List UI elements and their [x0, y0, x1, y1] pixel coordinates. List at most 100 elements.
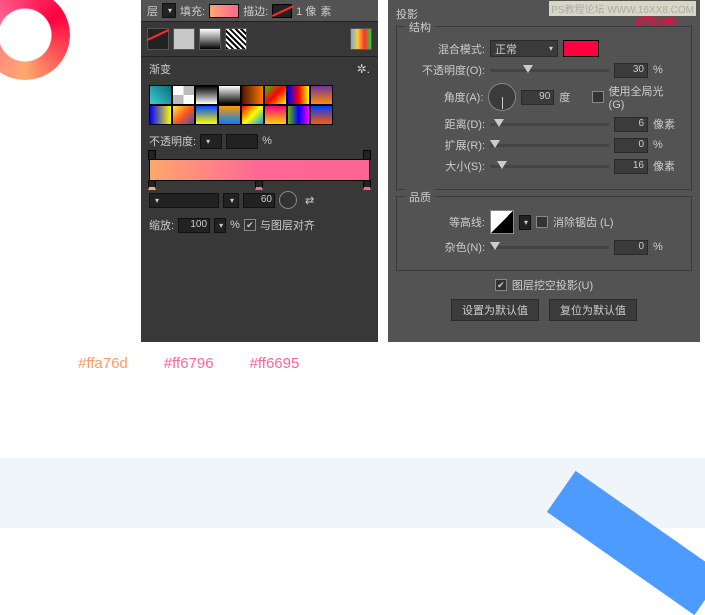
structure-label: 结构	[405, 19, 435, 35]
drop-shadow-panel: PS教程论坛 WWW.16XX8.COM #ff0140 投影 结构 混合模式:…	[388, 0, 700, 342]
knockout-checkbox[interactable]	[495, 279, 507, 291]
gradient-preset[interactable]	[287, 85, 310, 105]
distance-value[interactable]: 6	[614, 117, 648, 132]
fill-swatch[interactable]	[209, 4, 239, 18]
spread-value[interactable]: 0	[614, 138, 648, 153]
gradient-preset[interactable]	[241, 105, 264, 125]
style-angle-row: ▾ ▾ 60 ⇄	[141, 187, 378, 213]
gradient-preset[interactable]	[310, 85, 333, 105]
gear-icon[interactable]: ✲.	[357, 62, 370, 76]
shadow-color-swatch[interactable]	[563, 40, 599, 57]
size-slider[interactable]	[490, 165, 609, 168]
gradient-preset[interactable]	[195, 105, 218, 125]
align-checkbox[interactable]	[244, 219, 256, 231]
angle-slider-button[interactable]: ▾	[223, 193, 239, 208]
align-label: 与图层对齐	[260, 217, 315, 233]
blend-mode-select[interactable]: 正常▾	[490, 40, 558, 57]
gradient-title: 渐变	[149, 61, 171, 77]
scale-slider-button[interactable]: ▾	[214, 218, 226, 233]
hex-3: #ff6695	[250, 355, 300, 372]
opacity-slider[interactable]	[490, 69, 609, 72]
antialias-label: 消除锯齿 (L)	[553, 214, 614, 230]
size-unit: 像素	[653, 158, 681, 174]
color-stop-left[interactable]	[148, 180, 156, 190]
gradient-bar[interactable]	[149, 159, 370, 181]
contour-label: 等高线:	[407, 214, 485, 230]
gradient-fill-button[interactable]	[199, 28, 221, 50]
gradient-preset[interactable]	[195, 85, 218, 105]
opacity-unit: %	[262, 135, 272, 147]
scale-input[interactable]: 100	[178, 218, 210, 233]
layer-label: 层	[147, 3, 158, 19]
pattern-fill-button[interactable]	[225, 28, 247, 50]
size-value[interactable]: 16	[614, 159, 648, 174]
global-light-label: 使用全局光 (G)	[609, 83, 681, 111]
quality-group: 品质 等高线: ▾ 消除锯齿 (L) 杂色(N): 0 %	[396, 196, 692, 271]
distance-label: 距离(D):	[407, 116, 485, 132]
angle-input[interactable]: 60	[243, 193, 275, 208]
gradient-panel: 层 ▾ 填充: 描边: 1 像 素 渐变 ✲. 不透明度: ▾ %	[141, 0, 378, 342]
angle-label: 角度(A):	[407, 89, 483, 105]
fill-type-row	[141, 22, 378, 56]
angle-unit: 度	[559, 89, 586, 105]
gradient-preset[interactable]	[241, 85, 264, 105]
stroke-label: 描边:	[243, 3, 268, 19]
hex-1: #ffa76d	[78, 355, 128, 372]
opacity-stop-left[interactable]	[148, 150, 156, 160]
gradient-preset[interactable]	[264, 85, 287, 105]
no-fill-button[interactable]	[147, 28, 169, 50]
noise-label: 杂色(N):	[407, 239, 485, 255]
size-label: 大小(S):	[407, 158, 485, 174]
stroke-swatch[interactable]	[272, 4, 292, 18]
reverse-icon[interactable]: ⇄	[305, 194, 314, 207]
solid-fill-button[interactable]	[173, 28, 195, 50]
global-light-checkbox[interactable]	[592, 91, 604, 103]
reset-default-button[interactable]: 复位为默认值	[549, 299, 637, 321]
contour-dropdown[interactable]: ▾	[519, 215, 531, 230]
gradient-preset[interactable]	[149, 85, 172, 105]
angle-dial-icon[interactable]	[279, 191, 297, 209]
make-default-button[interactable]: 设置为默认值	[451, 299, 539, 321]
layer-select[interactable]: ▾	[162, 3, 176, 18]
gradient-preset[interactable]	[218, 85, 241, 105]
scale-unit: %	[230, 219, 240, 231]
spread-unit: %	[653, 139, 681, 151]
distance-unit: 像素	[653, 116, 681, 132]
gradient-preset[interactable]	[287, 105, 310, 125]
spread-slider[interactable]	[490, 144, 609, 147]
gradient-presets-grid	[141, 81, 378, 129]
color-picker-button[interactable]	[350, 28, 372, 50]
gradient-style-select[interactable]: ▾	[149, 193, 219, 208]
angle-value[interactable]: 90	[521, 90, 554, 105]
gradient-preset[interactable]	[218, 105, 241, 125]
gradient-preset[interactable]	[264, 105, 287, 125]
opacity-label: 不透明度:	[149, 133, 196, 149]
gradient-preset[interactable]	[310, 105, 333, 125]
hex-2: #ff6796	[164, 355, 214, 372]
gradient-preset[interactable]	[172, 85, 195, 105]
gradient-preset[interactable]	[149, 105, 172, 125]
color-stop-mid[interactable]	[255, 180, 263, 190]
decorative-ring	[0, 0, 70, 80]
angle-dial[interactable]	[488, 83, 515, 111]
color-stop-right[interactable]	[363, 180, 371, 190]
opacity-slider-button[interactable]: ▾	[200, 134, 222, 149]
distance-slider[interactable]	[490, 123, 609, 126]
contour-picker[interactable]	[490, 210, 514, 234]
opacity-row: 不透明度: ▾ %	[141, 129, 378, 153]
opacity-input[interactable]	[226, 134, 258, 149]
noise-value[interactable]: 0	[614, 240, 648, 255]
noise-slider[interactable]	[490, 246, 609, 249]
gradient-editor[interactable]	[141, 153, 378, 187]
scale-label: 缩放:	[149, 217, 174, 233]
antialias-checkbox[interactable]	[536, 216, 548, 228]
hex-codes-row: #ffa76d #ff6796 #ff6695	[78, 355, 299, 372]
stroke-size: 1 像	[296, 3, 316, 19]
opacity-stop-right[interactable]	[363, 150, 371, 160]
gradient-preset[interactable]	[172, 105, 195, 125]
opacity-value[interactable]: 30	[614, 63, 648, 78]
knockout-label: 图层挖空投影(U)	[512, 277, 593, 293]
spread-label: 扩展(R):	[407, 137, 485, 153]
quality-label: 品质	[405, 189, 435, 205]
structure-group: 结构 混合模式: 正常▾ 不透明度(O): 30 % 角度(A): 90 度 使…	[396, 26, 692, 190]
